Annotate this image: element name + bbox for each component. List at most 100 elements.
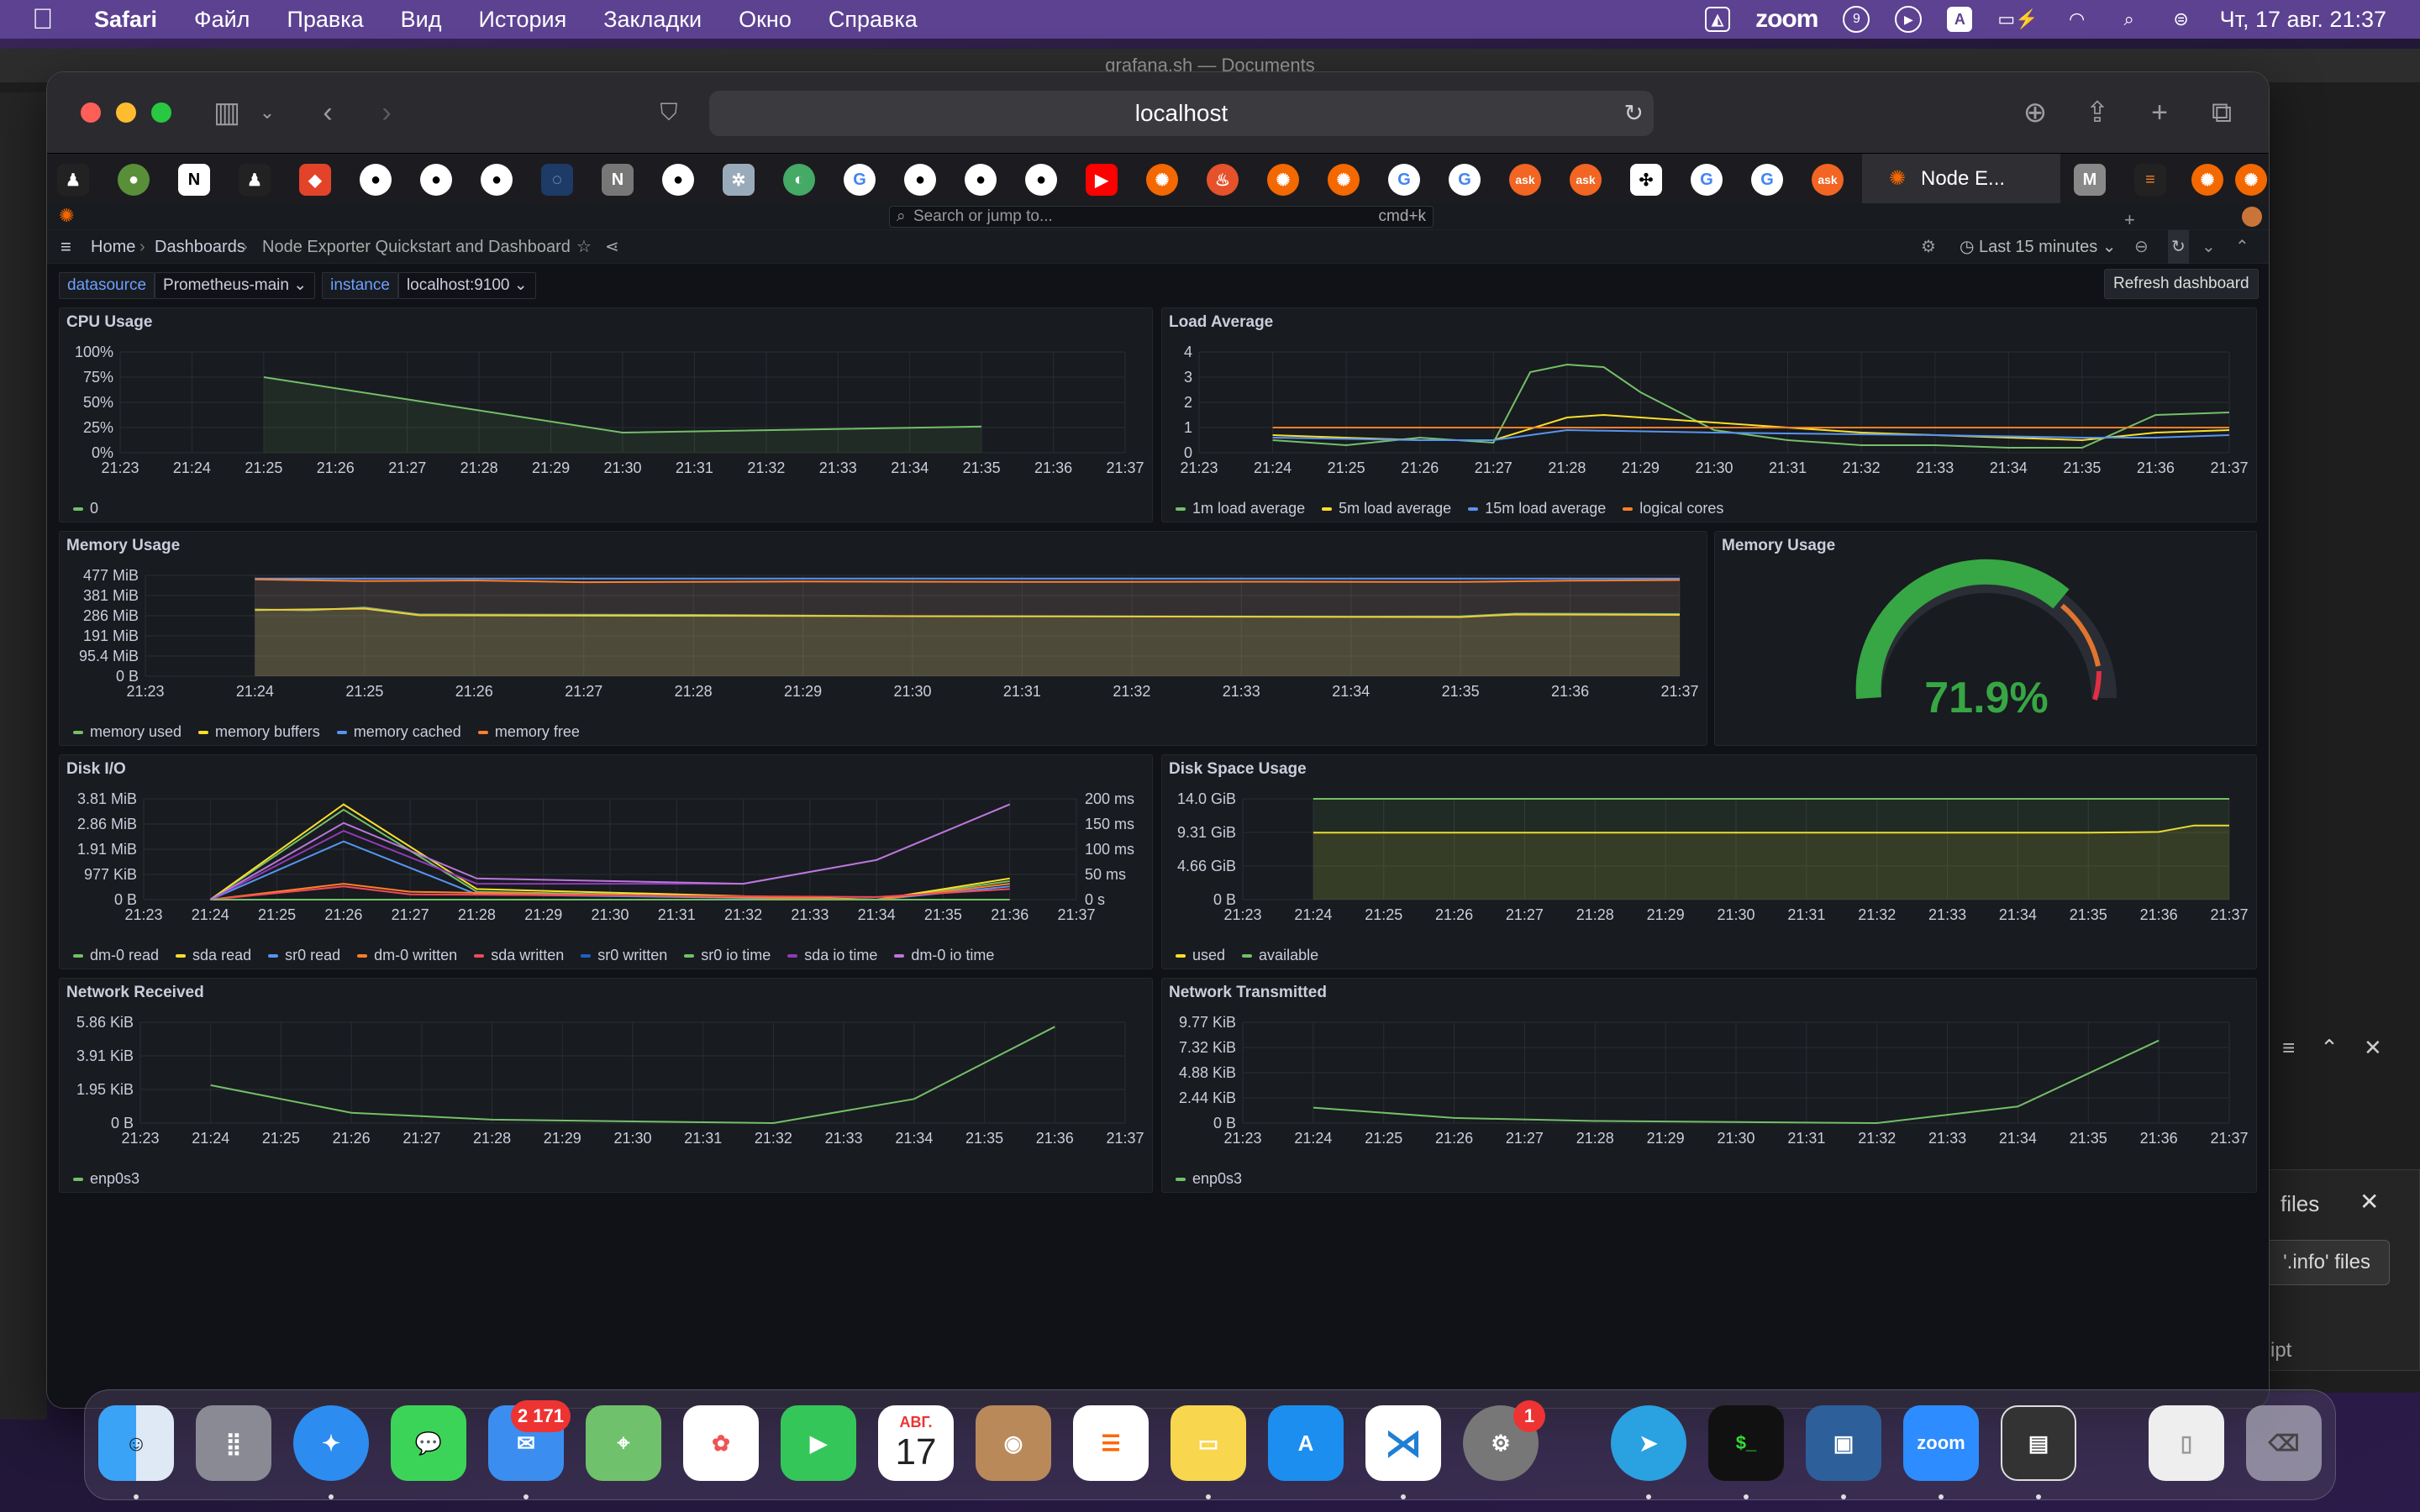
menu-edit[interactable]: Правка [287,7,363,33]
share-icon[interactable]: ⋖ [605,230,619,264]
tab-grafana-icon[interactable]: ✺ [1146,164,1178,196]
tab-google-icon[interactable]: G [844,164,876,196]
legend-item[interactable]: memory cached [336,723,461,741]
tab-gitlab-icon[interactable]: ◆ [299,164,331,196]
contacts-icon[interactable]: ◉ [976,1405,1051,1481]
spotlight-search-icon[interactable]: ⌕ [2116,6,2143,33]
apple-icon[interactable]:  [32,3,57,36]
menu-file[interactable]: Файл [194,7,250,33]
minimize-window-button[interactable] [116,102,136,123]
collapse-icon[interactable]: ⌃ [2235,230,2249,264]
legend-item[interactable]: dm-0 io time [894,947,994,964]
tab-ask-icon[interactable]: ask [1812,164,1844,196]
close-icon[interactable]: ✕ [2364,1035,2382,1061]
tab-github-icon[interactable]: ● [420,164,452,196]
tab-github-icon[interactable]: ● [662,164,694,196]
menu-view[interactable]: Вид [401,7,442,33]
legend-item[interactable]: enp0s3 [1176,1170,1242,1188]
datasource-select[interactable]: Prometheus-main ⌄ [155,272,316,299]
messages-icon[interactable]: 💬 [391,1405,466,1481]
tab-google-icon[interactable]: G [1751,164,1783,196]
disk-io-panel[interactable]: Disk I/O 3.81 MiB 2.86 MiB 1.91 MiB 977 KiB 0… [59,754,1153,969]
legend-item[interactable]: sda written [474,947,564,964]
tab-overview-icon[interactable]: ⧉ [2202,92,2242,133]
tab-favicon-13[interactable]: ◐ [783,164,815,196]
forward-icon[interactable]: › [366,92,407,133]
grafana-logo-icon[interactable]: ✺ [59,205,74,227]
downloads-icon[interactable]: ⊕ [2015,92,2055,133]
vscode-info-files-button[interactable]: '.info' files [2264,1240,2390,1285]
tab-mail-icon[interactable]: M [2074,164,2106,196]
tab-nav-icon[interactable]: N [602,164,634,196]
search-bar[interactable]: ⌕ Search or jump to... cmd+k [889,206,1434,228]
battery-icon[interactable]: ▭⚡ [1997,6,2038,33]
add-panel-button[interactable]: + [2124,203,2135,237]
memory-gauge-panel[interactable]: Memory Usage 71.9% [1714,531,2257,746]
tab-github-icon[interactable]: ● [481,164,513,196]
legend-item[interactable]: enp0s3 [73,1170,139,1188]
tab-stackoverflow-icon[interactable]: ≡ [2134,164,2166,196]
tab-github-icon[interactable]: ● [904,164,936,196]
tab-ask-icon[interactable]: ask [1570,164,1602,196]
star-icon[interactable]: ☆ [576,230,592,264]
play-icon[interactable]: ▶ [1895,6,1923,33]
cpu-usage-panel[interactable]: CPU Usage 100% 75% 50% 25% 0% 21:23 21:24 21:25 2… [59,307,1153,522]
reload-icon[interactable]: ↻ [1624,91,1644,136]
legend-item[interactable]: sda io time [787,947,877,964]
legend-item[interactable]: sr0 written [581,947,667,964]
notes-icon[interactable]: ▭ [1171,1405,1246,1481]
virtualbox-icon[interactable]: ▣ [1806,1405,1881,1481]
legend-item[interactable]: logical cores [1623,500,1723,517]
mail-icon[interactable]: ✉ 2 171 [488,1400,571,1481]
tab-google-icon[interactable]: G [1691,164,1723,196]
chevron-down-icon[interactable]: ⌄ [247,92,287,133]
tab-github-icon[interactable]: ● [360,164,392,196]
legend-item[interactable]: sr0 read [268,947,340,964]
tab-favicon-27[interactable]: ✣ [1630,164,1662,196]
legend-item[interactable]: used [1176,947,1225,964]
menu-history[interactable]: История [479,7,567,33]
back-icon[interactable]: ‹ [308,92,348,133]
vscode-close-icon[interactable]: ✕ [2360,1188,2379,1215]
tab-grafana-icon[interactable]: ✺ [2191,164,2223,196]
screenshot-app-icon[interactable]: ◭ [1705,7,1731,32]
reminders-icon[interactable]: ☰ [1073,1405,1149,1481]
settings-gear-icon[interactable]: ⚙ [1921,230,1936,264]
control-center-icon[interactable]: ⊜ [2168,6,2195,33]
share-icon[interactable]: ⇪ [2077,92,2118,133]
menu-help[interactable]: Справка [829,7,918,33]
network-transmitted-panel[interactable]: Network Transmitted 9.77 KiB 7.32 KiB 4.88 … [1161,978,2257,1193]
legend-item[interactable]: memory free [477,723,580,741]
memory-usage-panel[interactable]: Memory Usage 477 MiB 381 MiB 286 MiB 191 MiB… [59,531,1707,746]
privacy-shield-icon[interactable]: ⛉ [649,92,689,133]
legend-item[interactable]: dm-0 written [357,947,457,964]
tab-favicon-2[interactable]: ● [118,164,150,196]
launchpad-icon[interactable]: ⣿ [196,1405,271,1481]
tab-grafana-icon[interactable]: ✺ [2235,164,2267,196]
legend-item[interactable]: 5m load average [1322,500,1451,517]
network-received-panel[interactable]: Network Received 5.86 KiB 3.91 KiB 1.95 KiB… [59,978,1153,1193]
breadcrumb-dashboards[interactable]: Dashboards [155,230,245,264]
system-settings-icon[interactable]: ⚙ 1 [1463,1400,1545,1481]
finder-icon[interactable]: ☺ [98,1405,174,1481]
tab-notion-icon[interactable]: N [178,164,210,196]
close-window-button[interactable] [81,102,101,123]
screenshot-thumbnail-icon[interactable]: ▤ [2001,1405,2076,1481]
load-average-panel[interactable]: Load Average 4 3 2 1 0 21:23 21:24 21:25 21:26 21:… [1161,307,2257,522]
legend-item[interactable]: memory buffers [198,723,320,741]
zoom-status-icon[interactable]: zoom [1755,5,1818,34]
zoom-app-icon[interactable]: zoom [1903,1405,1979,1481]
app-store-icon[interactable]: A [1268,1405,1344,1481]
tab-node-exporter[interactable]: ✺ Node E... [1862,154,2060,204]
tab-github-icon[interactable]: ● [1025,164,1057,196]
tab-ask-icon[interactable]: ask [1509,164,1541,196]
refresh-interval-dropdown[interactable]: ⌄ [2202,230,2216,264]
notification-count-icon[interactable]: 9 [1843,6,1870,33]
tab-github-icon[interactable]: ● [965,164,997,196]
vscode-icon[interactable]: ⋊ [1365,1405,1441,1481]
legend-item[interactable]: 15m load average [1468,500,1606,517]
tab-favicon-12[interactable]: ✲ [723,164,755,196]
time-picker[interactable]: ◷ Last 15 minutes ⌄ [1960,230,2117,264]
legend-item[interactable]: dm-0 read [73,947,159,964]
tab-favicon-1[interactable]: ♟ [57,164,89,196]
